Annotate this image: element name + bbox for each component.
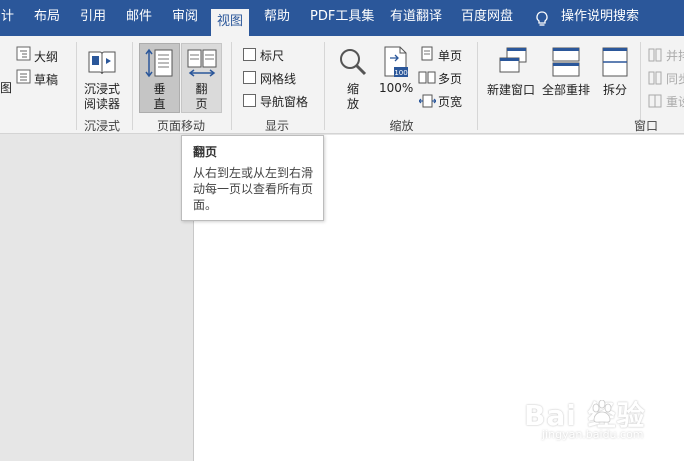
vertical-line1: 垂: [153, 82, 166, 96]
tab-pdf-tools[interactable]: PDF工具集: [310, 0, 374, 36]
gridlines-checkbox[interactable]: [243, 71, 256, 84]
tooltip-body: 从右到左或从左到右滑动每一页以查看所有页面。: [193, 166, 314, 212]
vertical-label: 垂 直: [139, 82, 180, 112]
vertical-scroll-icon: [143, 47, 175, 83]
tab-help[interactable]: 帮助: [264, 0, 290, 36]
nav-pane-checkbox[interactable]: [243, 94, 256, 107]
multiple-pages-icon: [418, 70, 436, 90]
zoom-button[interactable]: 缩 放: [333, 82, 373, 112]
nav-pane-label: 导航窗格: [260, 95, 309, 109]
ribbon-view: 图 大纲 草稿 沉浸式 阅读器 沉浸式 垂 直 翻 页 页面移动 标尺 网格线 …: [0, 36, 684, 134]
immersive-reader-button[interactable]: 沉浸式 阅读器: [80, 82, 124, 112]
sync-scroll-button[interactable]: 同步: [666, 70, 684, 87]
new-window-button[interactable]: 新建窗口: [487, 81, 535, 98]
lightbulb-icon: [535, 11, 549, 32]
single-page-button[interactable]: 单页: [438, 47, 462, 64]
arrange-all-icon: [551, 46, 581, 82]
zoom-100-button[interactable]: 100%: [379, 81, 413, 95]
tab-mailings[interactable]: 邮件: [126, 0, 152, 36]
tell-me-search[interactable]: 操作说明搜索: [561, 0, 639, 36]
gridlines-label: 网格线: [260, 72, 297, 86]
split-button[interactable]: 拆分: [603, 81, 627, 98]
tab-layout[interactable]: 布局: [34, 0, 60, 36]
ruler-label: 标尺: [260, 49, 285, 63]
sync-scroll-icon: [648, 70, 662, 89]
group-page-movement: 页面移动: [156, 119, 205, 133]
outline-button[interactable]: 大纲: [34, 48, 58, 65]
ribbon-tab-bar: 计 布局 引用 邮件 审阅 视图 帮助 PDF工具集 有道翻译 百度网盘 操作说…: [0, 0, 684, 36]
immersive-reader-line1: 沉浸式: [83, 82, 120, 96]
tab-baidu-netdisk[interactable]: 百度网盘: [461, 0, 513, 36]
baidu-watermark-url: jingyan.baidu.com: [542, 428, 644, 441]
draft-button[interactable]: 草稿: [34, 71, 58, 88]
vertical-line2: 直: [153, 97, 166, 111]
page-width-icon: [418, 93, 437, 113]
web-layout-cut-label[interactable]: 图: [0, 79, 12, 96]
side-to-side-line2: 页: [195, 97, 208, 111]
page-width-button[interactable]: 页宽: [438, 93, 462, 110]
magnifier-icon: [338, 47, 368, 83]
group-immersive: 沉浸式: [83, 119, 120, 133]
side-to-side-line1: 翻: [195, 82, 208, 96]
tab-design[interactable]: 计: [1, 0, 14, 36]
ruler-checkbox[interactable]: [243, 48, 256, 61]
tooltip-title: 翻页: [193, 145, 218, 159]
multiple-pages-button[interactable]: 多页: [438, 70, 462, 87]
reset-position-icon: [648, 93, 662, 112]
side-to-side-icon: [186, 47, 218, 83]
split-icon: [601, 46, 629, 82]
zoom-line1: 缩: [346, 82, 359, 96]
tab-references[interactable]: 引用: [80, 0, 106, 36]
immersive-reader-line2: 阅读器: [83, 97, 120, 111]
immersive-reader-icon: [86, 46, 118, 82]
side-by-side-icon: [648, 47, 662, 66]
group-show: 显示: [264, 119, 289, 133]
baidu-paw-icon: [591, 399, 613, 428]
zoom-100-badge: 100: [394, 69, 407, 77]
arrange-all-button[interactable]: 全部重排: [542, 81, 590, 98]
new-window-icon: [497, 46, 529, 82]
side-by-side-button[interactable]: 并排: [666, 47, 684, 64]
tab-youdao-translate[interactable]: 有道翻译: [390, 0, 442, 36]
draft-icon: [16, 69, 31, 88]
group-window: 窗口: [633, 119, 658, 133]
zoom-line2: 放: [346, 97, 359, 111]
single-page-icon: [420, 46, 434, 66]
group-zoom: 缩放: [389, 119, 414, 133]
zoom-100-icon: 100: [382, 46, 410, 82]
outline-icon: [16, 46, 31, 65]
side-to-side-tooltip: 翻页 从右到左或从左到右滑动每一页以查看所有页面。: [181, 135, 324, 221]
tab-review[interactable]: 审阅: [172, 0, 198, 36]
tab-view[interactable]: 视图: [211, 9, 250, 36]
reset-position-button[interactable]: 重设: [666, 93, 684, 110]
side-to-side-label: 翻 页: [181, 82, 222, 112]
